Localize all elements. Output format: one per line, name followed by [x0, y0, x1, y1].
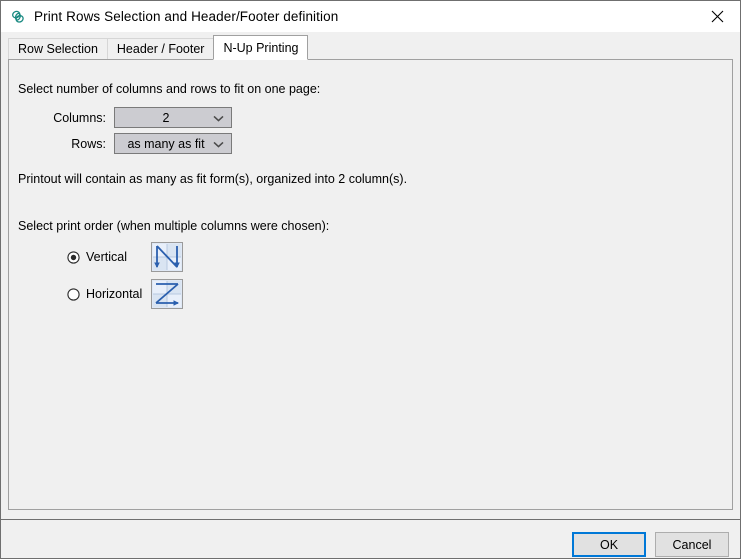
- tab-label: N-Up Printing: [223, 41, 299, 55]
- cancel-button-label: Cancel: [672, 537, 712, 552]
- print-order-horizontal-row: Horizontal: [67, 279, 183, 309]
- radio-vertical-label: Vertical: [86, 250, 127, 264]
- tab-label: Row Selection: [18, 42, 98, 56]
- dialog-footer: OK Cancel: [1, 519, 740, 558]
- intro-instruction: Select number of columns and rows to fit…: [18, 82, 321, 96]
- dialog-window: Print Rows Selection and Header/Footer d…: [0, 0, 741, 559]
- ok-button-label: OK: [599, 537, 619, 552]
- radio-horizontal[interactable]: Horizontal: [67, 287, 151, 301]
- radio-horizontal-label: Horizontal: [86, 287, 143, 301]
- rows-select[interactable]: as many as fit: [114, 133, 232, 154]
- app-logo-icon: [10, 9, 26, 25]
- close-icon: [711, 10, 724, 23]
- horizontal-order-icon[interactable]: [151, 279, 183, 309]
- tab-header-footer[interactable]: Header / Footer: [106, 38, 215, 59]
- window-title: Print Rows Selection and Header/Footer d…: [34, 9, 339, 24]
- printout-summary: Printout will contain as many as fit for…: [18, 172, 408, 186]
- radio-unselected-icon: [67, 287, 80, 301]
- columns-select[interactable]: 2: [114, 107, 232, 128]
- radio-selected-icon: [67, 250, 80, 264]
- columns-label: Columns:: [53, 110, 106, 125]
- chevron-down-icon: [213, 111, 224, 125]
- tab-content-panel: Select number of columns and rows to fit…: [8, 59, 733, 510]
- tab-strip: Row Selection Header / Footer N-Up Print…: [1, 32, 740, 60]
- tab-label: Header / Footer: [116, 42, 205, 56]
- title-bar: Print Rows Selection and Header/Footer d…: [1, 1, 740, 32]
- rows-field-row: Rows: as many as fit: [9, 133, 232, 154]
- tab-row-selection[interactable]: Row Selection: [8, 38, 108, 59]
- cancel-button[interactable]: Cancel: [655, 532, 729, 557]
- print-order-heading: Select print order (when multiple column…: [18, 219, 330, 233]
- columns-field-row: Columns: 2: [9, 107, 232, 128]
- ok-button[interactable]: OK: [572, 532, 646, 557]
- close-button[interactable]: [695, 1, 740, 31]
- columns-select-value: 2: [162, 110, 170, 125]
- chevron-down-icon: [213, 137, 224, 151]
- rows-label: Rows:: [71, 136, 106, 151]
- radio-vertical[interactable]: Vertical: [67, 250, 151, 264]
- rows-select-value: as many as fit: [127, 136, 205, 151]
- print-order-vertical-row: Vertical: [67, 242, 183, 272]
- tab-n-up-printing[interactable]: N-Up Printing: [213, 35, 309, 60]
- button-bar: OK Cancel: [572, 532, 729, 557]
- vertical-order-icon[interactable]: [151, 242, 183, 272]
